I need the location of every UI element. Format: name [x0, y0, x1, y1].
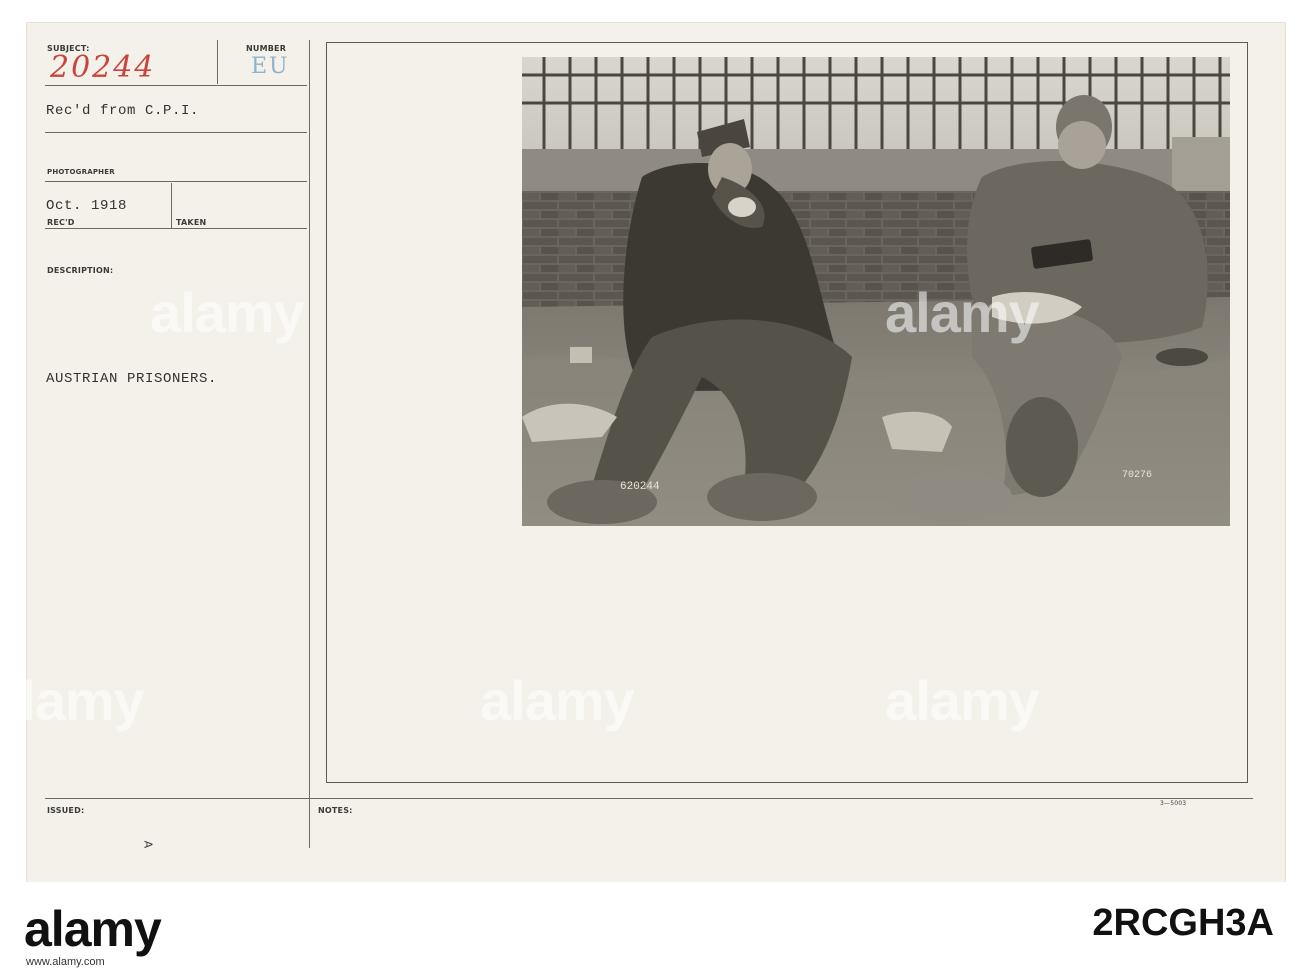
photographer-label: PHOTOGRAPHER [47, 168, 115, 176]
rule-subject-divider [217, 40, 218, 84]
recd-label: REC'D [47, 218, 75, 227]
number-stamp: EU [251, 54, 290, 79]
footer-logo: alamy [24, 901, 162, 957]
rule-received [45, 132, 307, 133]
footer-url: www.alamy.com [26, 956, 105, 968]
rule-date-divider [171, 183, 172, 228]
subject-number: 20244 [50, 50, 156, 85]
margin-mark: A [141, 840, 155, 849]
watermark-top-left: alamy [150, 281, 305, 344]
corner-number-mark: 70276 [1122, 470, 1152, 481]
received-from: Rec'd from C.P.I. [46, 103, 200, 119]
issued-label: ISSUED: [47, 806, 85, 815]
watermark-top-right: alamy [885, 281, 1040, 344]
rule-date [45, 228, 307, 229]
photograph: 620244 70276 [522, 57, 1230, 526]
description-label: DESCRIPTION: [47, 266, 114, 275]
rule-bottom [45, 798, 1253, 799]
rule-photographer [45, 181, 307, 182]
photograph-image: 620244 70276 [522, 57, 1230, 526]
rule-subject [45, 85, 307, 86]
number-label: NUMBER [246, 44, 287, 53]
taken-label: TAKEN [176, 218, 207, 227]
footer-image-id: 2RCGH3A [1092, 902, 1274, 944]
received-date: Oct. 1918 [46, 198, 128, 214]
rule-column-divider [309, 40, 310, 848]
form-number: 3—5003 [1160, 800, 1187, 807]
notes-label: NOTES: [318, 806, 353, 815]
watermark-bottom-left: alamy [0, 669, 145, 732]
watermark-bottom-right: alamy [885, 669, 1040, 732]
description-text: AUSTRIAN PRISONERS. [46, 371, 218, 387]
negative-number-mark: 620244 [620, 481, 660, 493]
watermark-bottom-center: alamy [480, 669, 635, 732]
